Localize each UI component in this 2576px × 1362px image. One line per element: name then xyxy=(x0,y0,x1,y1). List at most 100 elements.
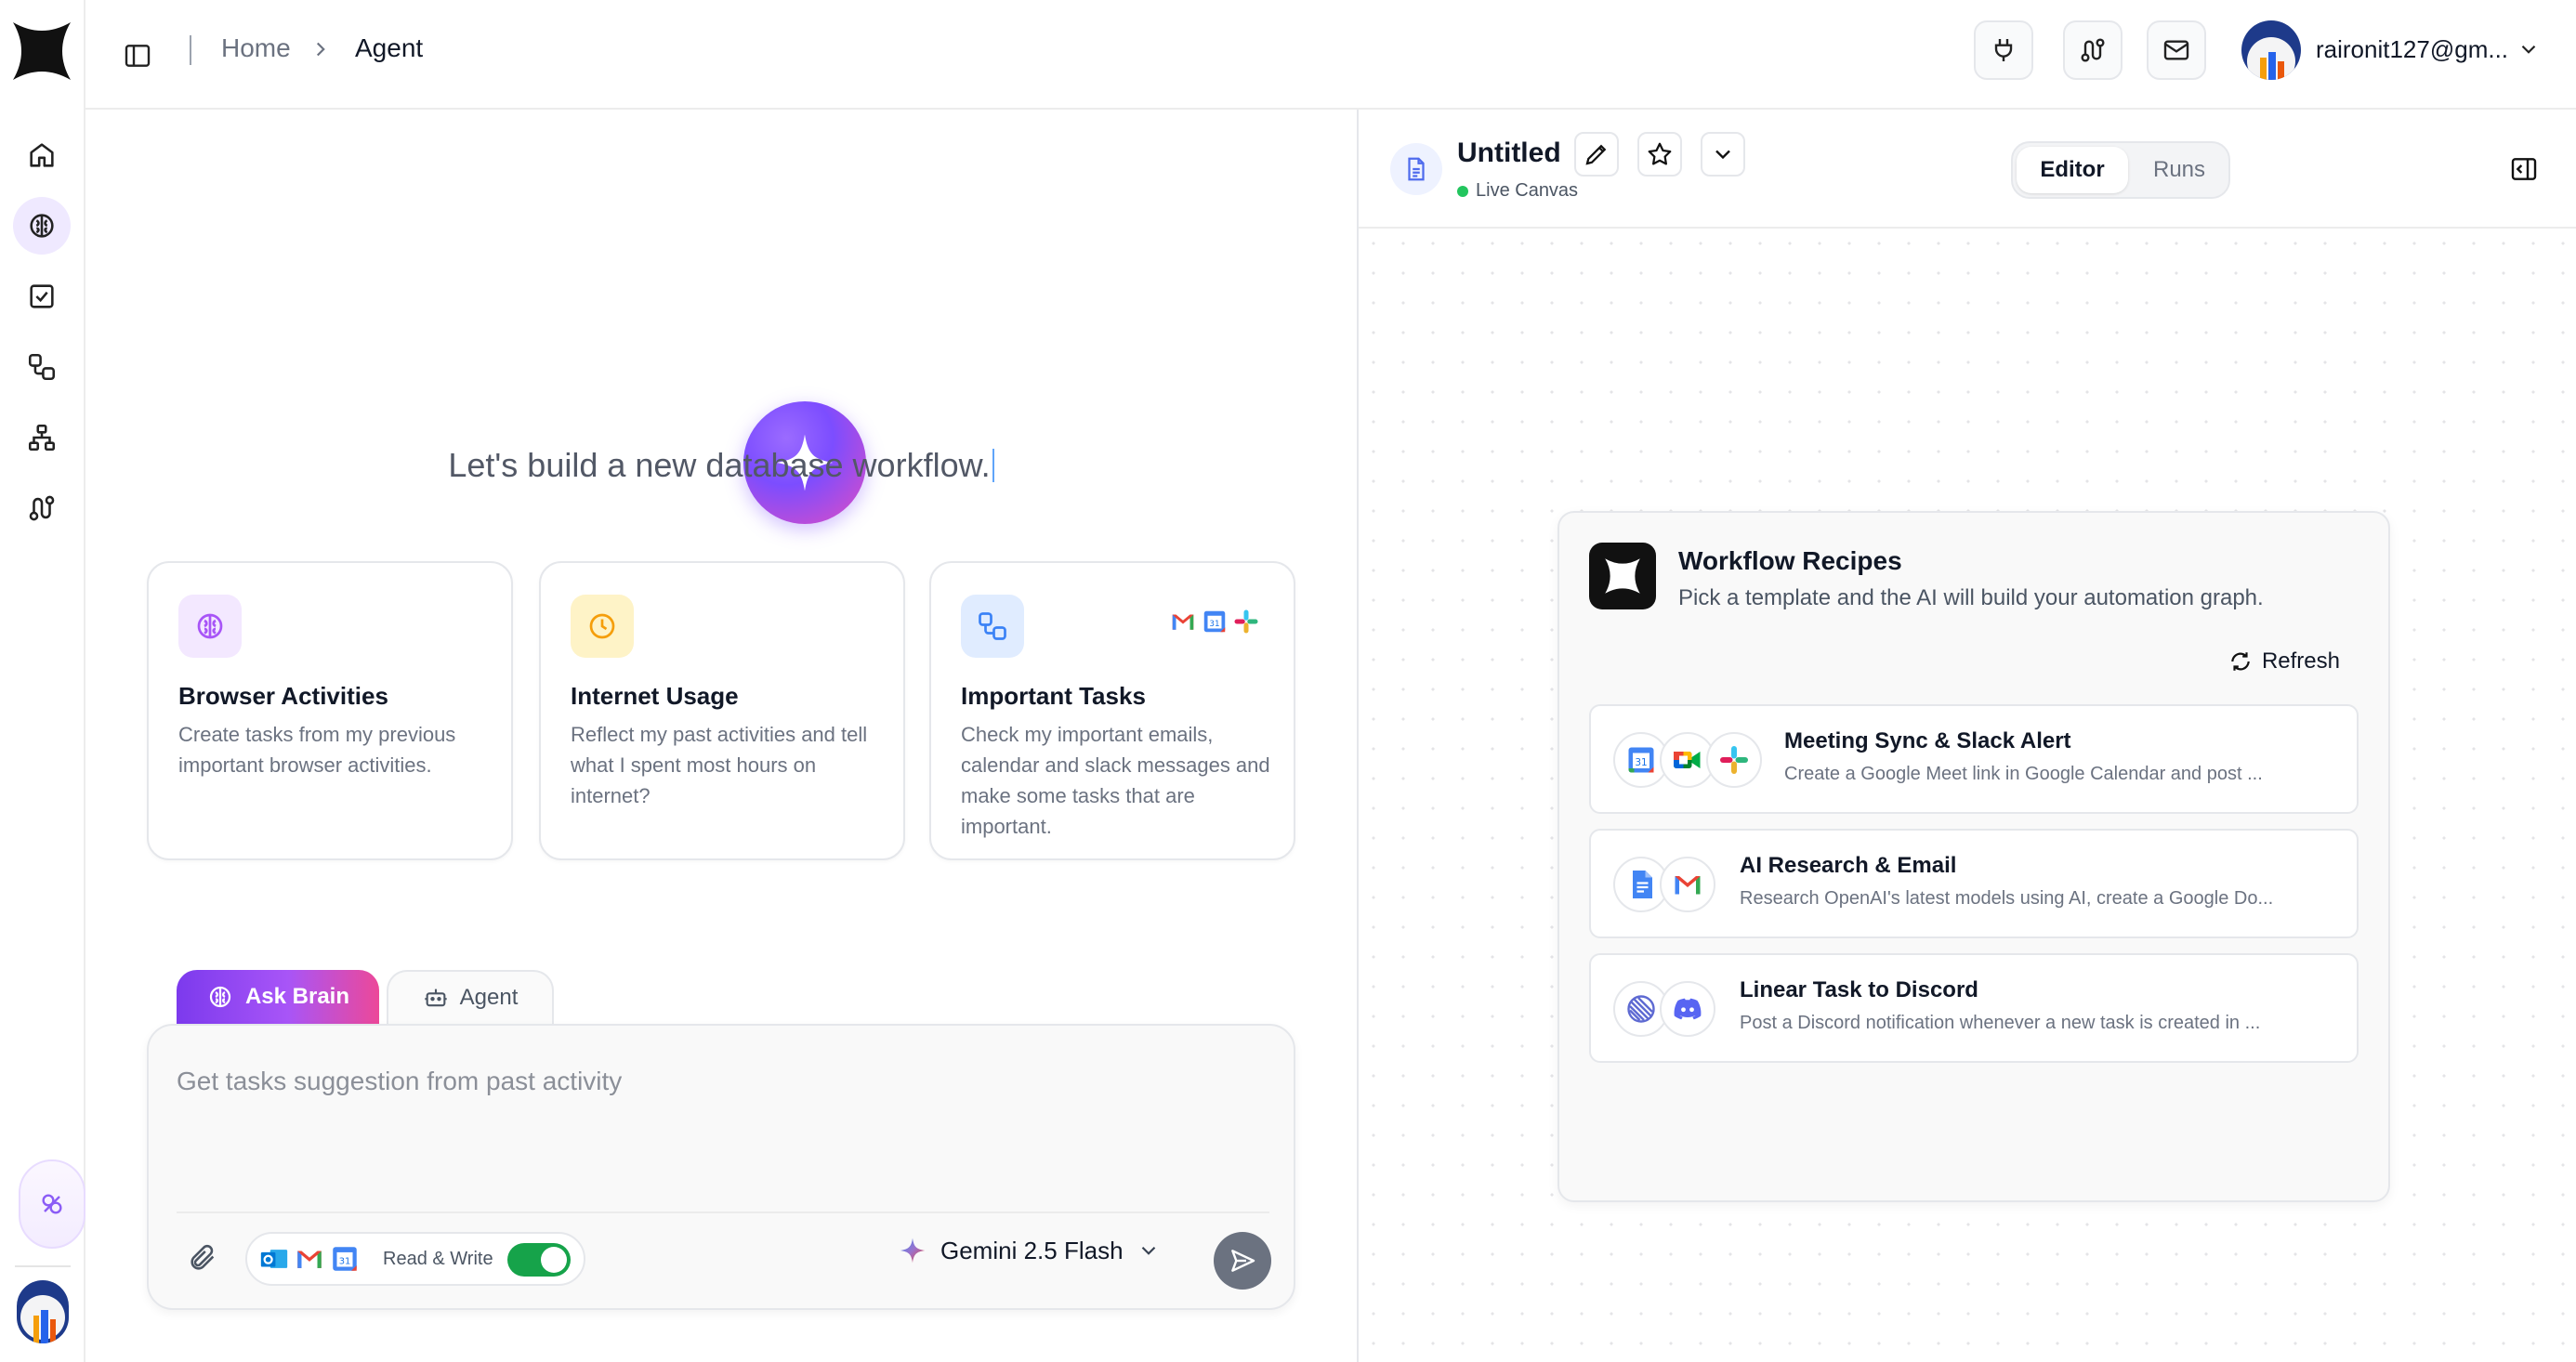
route-icon xyxy=(2081,38,2105,62)
suggestion-card-browser-activities[interactable]: Browser Activities Create tasks from my … xyxy=(147,561,513,860)
workflow-recipes-panel: Workflow Recipes Pick a template and the… xyxy=(1557,511,2390,1202)
connections-button[interactable] xyxy=(2063,20,2123,80)
gmail-icon xyxy=(1660,857,1715,912)
card-description: Check my important emails, calendar and … xyxy=(961,723,1270,838)
document-title[interactable]: Untitled xyxy=(1457,138,1561,169)
recipe-title: AI Research & Email xyxy=(1740,853,1957,878)
slack-icon xyxy=(1234,609,1258,634)
nav-integrations-icon[interactable] xyxy=(13,479,71,537)
send-button[interactable] xyxy=(1214,1232,1271,1290)
tab-runs[interactable]: Runs xyxy=(2130,147,2228,193)
nav-tasks-icon[interactable] xyxy=(13,268,71,325)
card-title: Important Tasks xyxy=(961,682,1146,710)
discord-icon xyxy=(1660,981,1715,1037)
svg-text:31: 31 xyxy=(1635,757,1647,768)
star-icon xyxy=(1648,142,1672,165)
clock-icon xyxy=(571,595,634,658)
chevron-down-icon[interactable] xyxy=(2517,37,2541,66)
outlook-icon xyxy=(260,1250,288,1268)
brain-icon xyxy=(209,986,231,1008)
recipe-description: Create a Google Meet link in Google Cale… xyxy=(1784,764,2263,784)
app-logo-icon[interactable] xyxy=(11,20,72,82)
suggestion-card-internet-usage[interactable]: Internet Usage Reflect my past activitie… xyxy=(539,561,905,860)
slack-icon xyxy=(1706,732,1762,788)
model-selector[interactable]: Gemini 2.5 Flash xyxy=(898,1236,1161,1265)
workflow-icon xyxy=(961,595,1024,658)
message-input[interactable] xyxy=(177,1054,1255,1109)
gemini-sparkle-icon xyxy=(900,1238,926,1264)
tab-agent[interactable]: Agent xyxy=(387,970,554,1024)
tab-ask-brain-label: Ask Brain xyxy=(244,984,350,1009)
user-avatar[interactable] xyxy=(2241,20,2301,80)
recipes-title: Workflow Recipes xyxy=(1678,546,1902,575)
model-name: Gemini 2.5 Flash xyxy=(940,1236,1124,1264)
workflow-canvas[interactable]: Untitled Live Canvas Editor Runs Workflo… xyxy=(1357,110,2576,1362)
app-logo-icon xyxy=(1589,543,1656,609)
refresh-label: Refresh xyxy=(2261,648,2340,674)
nav-home-icon[interactable] xyxy=(13,126,71,184)
recipe-description: Research OpenAI's latest models using AI… xyxy=(1740,888,2274,909)
document-icon xyxy=(1390,143,1442,195)
top-bar: Home Agent raironit127@gm... xyxy=(85,0,2576,110)
rail-divider xyxy=(15,1265,71,1267)
card-description: Create tasks from my previous important … xyxy=(178,723,456,777)
recipe-item[interactable]: Linear Task to Discord Post a Discord no… xyxy=(1589,953,2359,1063)
recipe-item[interactable]: 31 Meeting Sync & Slack Alert Create a G… xyxy=(1589,704,2359,814)
card-app-icons: 31 xyxy=(1169,608,1260,635)
toggle-knob xyxy=(541,1247,567,1273)
permission-chip[interactable]: 31 Read & Write xyxy=(245,1232,585,1286)
composer-divider xyxy=(177,1211,1269,1213)
tab-editor[interactable]: Editor xyxy=(2017,147,2128,193)
rail-avatar[interactable] xyxy=(17,1280,69,1343)
tab-ask-brain[interactable]: Ask Brain xyxy=(177,970,379,1024)
text-caret xyxy=(992,449,994,482)
robot-icon xyxy=(424,989,447,1007)
sidebar-toggle-icon[interactable] xyxy=(113,32,162,80)
chevron-down-icon xyxy=(1141,1246,1155,1255)
paperclip-icon[interactable] xyxy=(182,1238,223,1278)
gmail-icon xyxy=(297,1251,322,1268)
nav-hierarchy-icon[interactable] xyxy=(13,409,71,466)
mail-button[interactable] xyxy=(2147,20,2206,80)
hero-text: Let's build a new database workflow. xyxy=(448,446,991,484)
recipe-title: Meeting Sync & Slack Alert xyxy=(1784,728,2071,753)
favorite-button[interactable] xyxy=(1637,132,1682,177)
refresh-icon xyxy=(2231,652,2250,671)
rename-button[interactable] xyxy=(1574,132,1619,177)
brain-icon xyxy=(178,595,242,658)
hero-prompt: Let's build a new database workflow. xyxy=(85,446,1357,485)
google-calendar-icon: 31 xyxy=(1203,610,1226,633)
refresh-button[interactable]: Refresh xyxy=(2228,648,2340,674)
suggestion-card-important-tasks[interactable]: 31 Important Tasks Check my important em… xyxy=(929,561,1295,860)
plug-button[interactable] xyxy=(1974,20,2033,80)
card-title: Browser Activities xyxy=(178,682,388,710)
user-email[interactable]: raironit127@gm... xyxy=(2316,35,2508,64)
plug-icon xyxy=(1994,39,2013,61)
chevron-down-icon xyxy=(1715,150,1730,160)
google-calendar-icon: 31 xyxy=(333,1247,357,1271)
svg-text:31: 31 xyxy=(1209,620,1219,629)
nav-workflows-icon[interactable] xyxy=(13,338,71,396)
message-composer: 31 Read & Write Gemini 2.5 Flash xyxy=(147,1024,1295,1310)
live-status-label: Live Canvas xyxy=(1476,180,1579,201)
recipe-item[interactable]: AI Research & Email Research OpenAI's la… xyxy=(1589,829,2359,938)
recipes-subtitle: Pick a template and the AI will build yo… xyxy=(1678,585,2264,610)
breadcrumb-current: Agent xyxy=(355,33,424,62)
view-toggle: Editor Runs xyxy=(2011,141,2230,199)
recipe-app-icons: 31 xyxy=(1613,732,1762,788)
options-dropdown-button[interactable] xyxy=(1701,132,1745,177)
mail-icon xyxy=(2163,40,2189,60)
gmail-icon xyxy=(1172,614,1194,630)
permission-toggle[interactable] xyxy=(507,1243,571,1277)
recipe-description: Post a Discord notification whenever a n… xyxy=(1740,1013,2261,1033)
breadcrumb-separator xyxy=(190,35,191,65)
recipe-title: Linear Task to Discord xyxy=(1740,977,1978,1002)
recipe-app-icons xyxy=(1613,981,1715,1037)
nav-special-feature-icon[interactable] xyxy=(19,1159,85,1249)
panel-toggle-icon[interactable] xyxy=(2504,149,2544,190)
recipe-app-icons xyxy=(1613,857,1715,912)
live-status: Live Canvas xyxy=(1457,180,1578,202)
nav-brain-icon[interactable] xyxy=(13,197,71,255)
left-rail xyxy=(0,0,85,1362)
breadcrumb-home[interactable]: Home xyxy=(221,33,291,63)
